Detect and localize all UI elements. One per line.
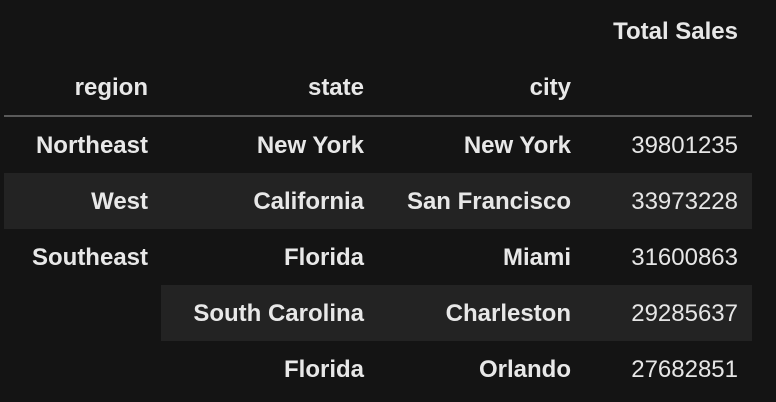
cell-city: New York <box>463 132 571 159</box>
cell-state: South Carolina <box>193 300 364 327</box>
cell-region: West <box>91 188 148 215</box>
cell-city: Charleston <box>445 300 571 327</box>
cell-total-sales: 31600863 <box>631 244 738 271</box>
dataframe-table: Total Sales region state city Northeast … <box>0 0 776 402</box>
index-name-city: city <box>529 74 571 101</box>
cell-state: Florida <box>283 244 364 271</box>
cell-state: Florida <box>283 356 364 383</box>
column-header-total-sales: Total Sales <box>613 18 738 45</box>
cell-region: Northeast <box>35 132 148 159</box>
cell-region: Southeast <box>31 244 148 271</box>
header-divider <box>4 115 752 117</box>
cell-total-sales: 33973228 <box>631 188 738 215</box>
cell-total-sales: 39801235 <box>631 132 738 159</box>
cell-city: San Francisco <box>406 188 571 215</box>
cell-total-sales: 29285637 <box>631 300 738 327</box>
cell-city: Orlando <box>478 356 571 383</box>
cell-city: Miami <box>502 244 571 271</box>
cell-state: New York <box>256 132 364 159</box>
cell-total-sales: 27682851 <box>631 356 738 383</box>
index-name-region: region <box>74 74 148 101</box>
index-name-state: state <box>307 74 364 101</box>
cell-state: California <box>253 188 364 215</box>
